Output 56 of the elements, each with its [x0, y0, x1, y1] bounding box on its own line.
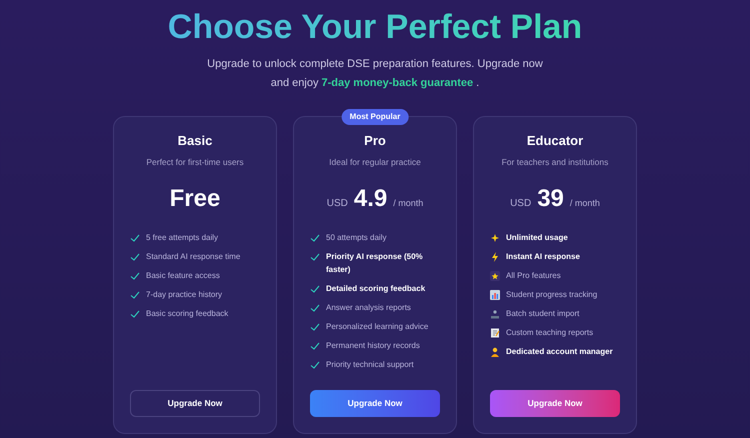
memo-icon: [490, 328, 500, 338]
check-icon: [310, 252, 320, 262]
page-subtitle: Upgrade to unlock complete DSE preparation features. Upgrade now and enjoy 7-day money-back guarantee .: [206, 56, 544, 90]
plan-tagline: Ideal for regular practice: [328, 156, 422, 169]
feature-text: All Pro features: [506, 270, 561, 282]
popular-badge: Most Popular: [342, 108, 408, 124]
check-icon: [130, 270, 140, 281]
check-icon: [310, 340, 320, 351]
check-icon: [130, 232, 140, 243]
feature-text: Dedicated account manager: [506, 346, 613, 358]
feature-text: Basic scoring feedback: [146, 308, 228, 320]
check-icon: [310, 322, 320, 332]
check-icon: [130, 252, 140, 262]
feature-text: Personalized learning advice: [326, 320, 428, 333]
bar-chart-icon: [490, 290, 500, 300]
person-icon: [490, 346, 500, 357]
plan-price: 39: [537, 186, 564, 211]
sparkles-icon: [490, 232, 500, 243]
feature-text: Student progress tracking: [506, 288, 598, 301]
price-period: / month: [393, 196, 424, 210]
star-icon: [490, 270, 500, 281]
feature-text: 5 free attempts daily: [146, 232, 218, 244]
plan-name: Educator: [526, 132, 584, 150]
feature-text: Priority technical support: [326, 358, 414, 371]
check-icon: [130, 308, 140, 319]
upgrade-button[interactable]: Upgrade Now: [130, 390, 260, 416]
check-icon: [130, 290, 140, 300]
plan-price: 4.9: [354, 186, 388, 211]
feature-text: 50 attempts daily: [326, 232, 386, 244]
plan-name: Pro: [363, 132, 387, 150]
feature-text: Unlimited usage: [506, 232, 568, 244]
check-icon: [310, 360, 320, 370]
check-icon: [310, 232, 320, 243]
feature-text: Answer analysis reports: [326, 302, 411, 314]
price-period: / month: [570, 196, 600, 210]
check-icon: [310, 284, 320, 294]
feature-text: Instant AI response: [506, 250, 580, 263]
upgrade-button[interactable]: Upgrade Now: [310, 390, 440, 416]
currency: USD: [326, 196, 348, 211]
check-icon: [310, 302, 320, 313]
lightning-icon: [490, 252, 500, 262]
feature-text: Basic feature access: [146, 270, 220, 282]
upgrade-button[interactable]: Upgrade Now: [490, 390, 620, 416]
currency: USD: [510, 196, 532, 211]
feature-text: Permanent history records: [326, 340, 420, 352]
feature-text: Custom teaching reports: [506, 326, 594, 339]
feature-text: Priority AI response (50% faster): [326, 250, 424, 276]
plan-price: Free: [170, 186, 220, 211]
plan-name: Basic: [176, 132, 214, 150]
person-tray-icon: [490, 308, 500, 319]
feature-text: Standard AI response time: [146, 250, 240, 263]
feature-text: Batch student import: [506, 308, 580, 320]
feature-text: 7-day practice history: [146, 288, 222, 301]
feature-text: Detailed scoring feedback: [326, 282, 426, 295]
plan-tagline: For teachers and institutions: [500, 156, 610, 169]
plan-tagline: Perfect for first-time users: [145, 156, 245, 169]
